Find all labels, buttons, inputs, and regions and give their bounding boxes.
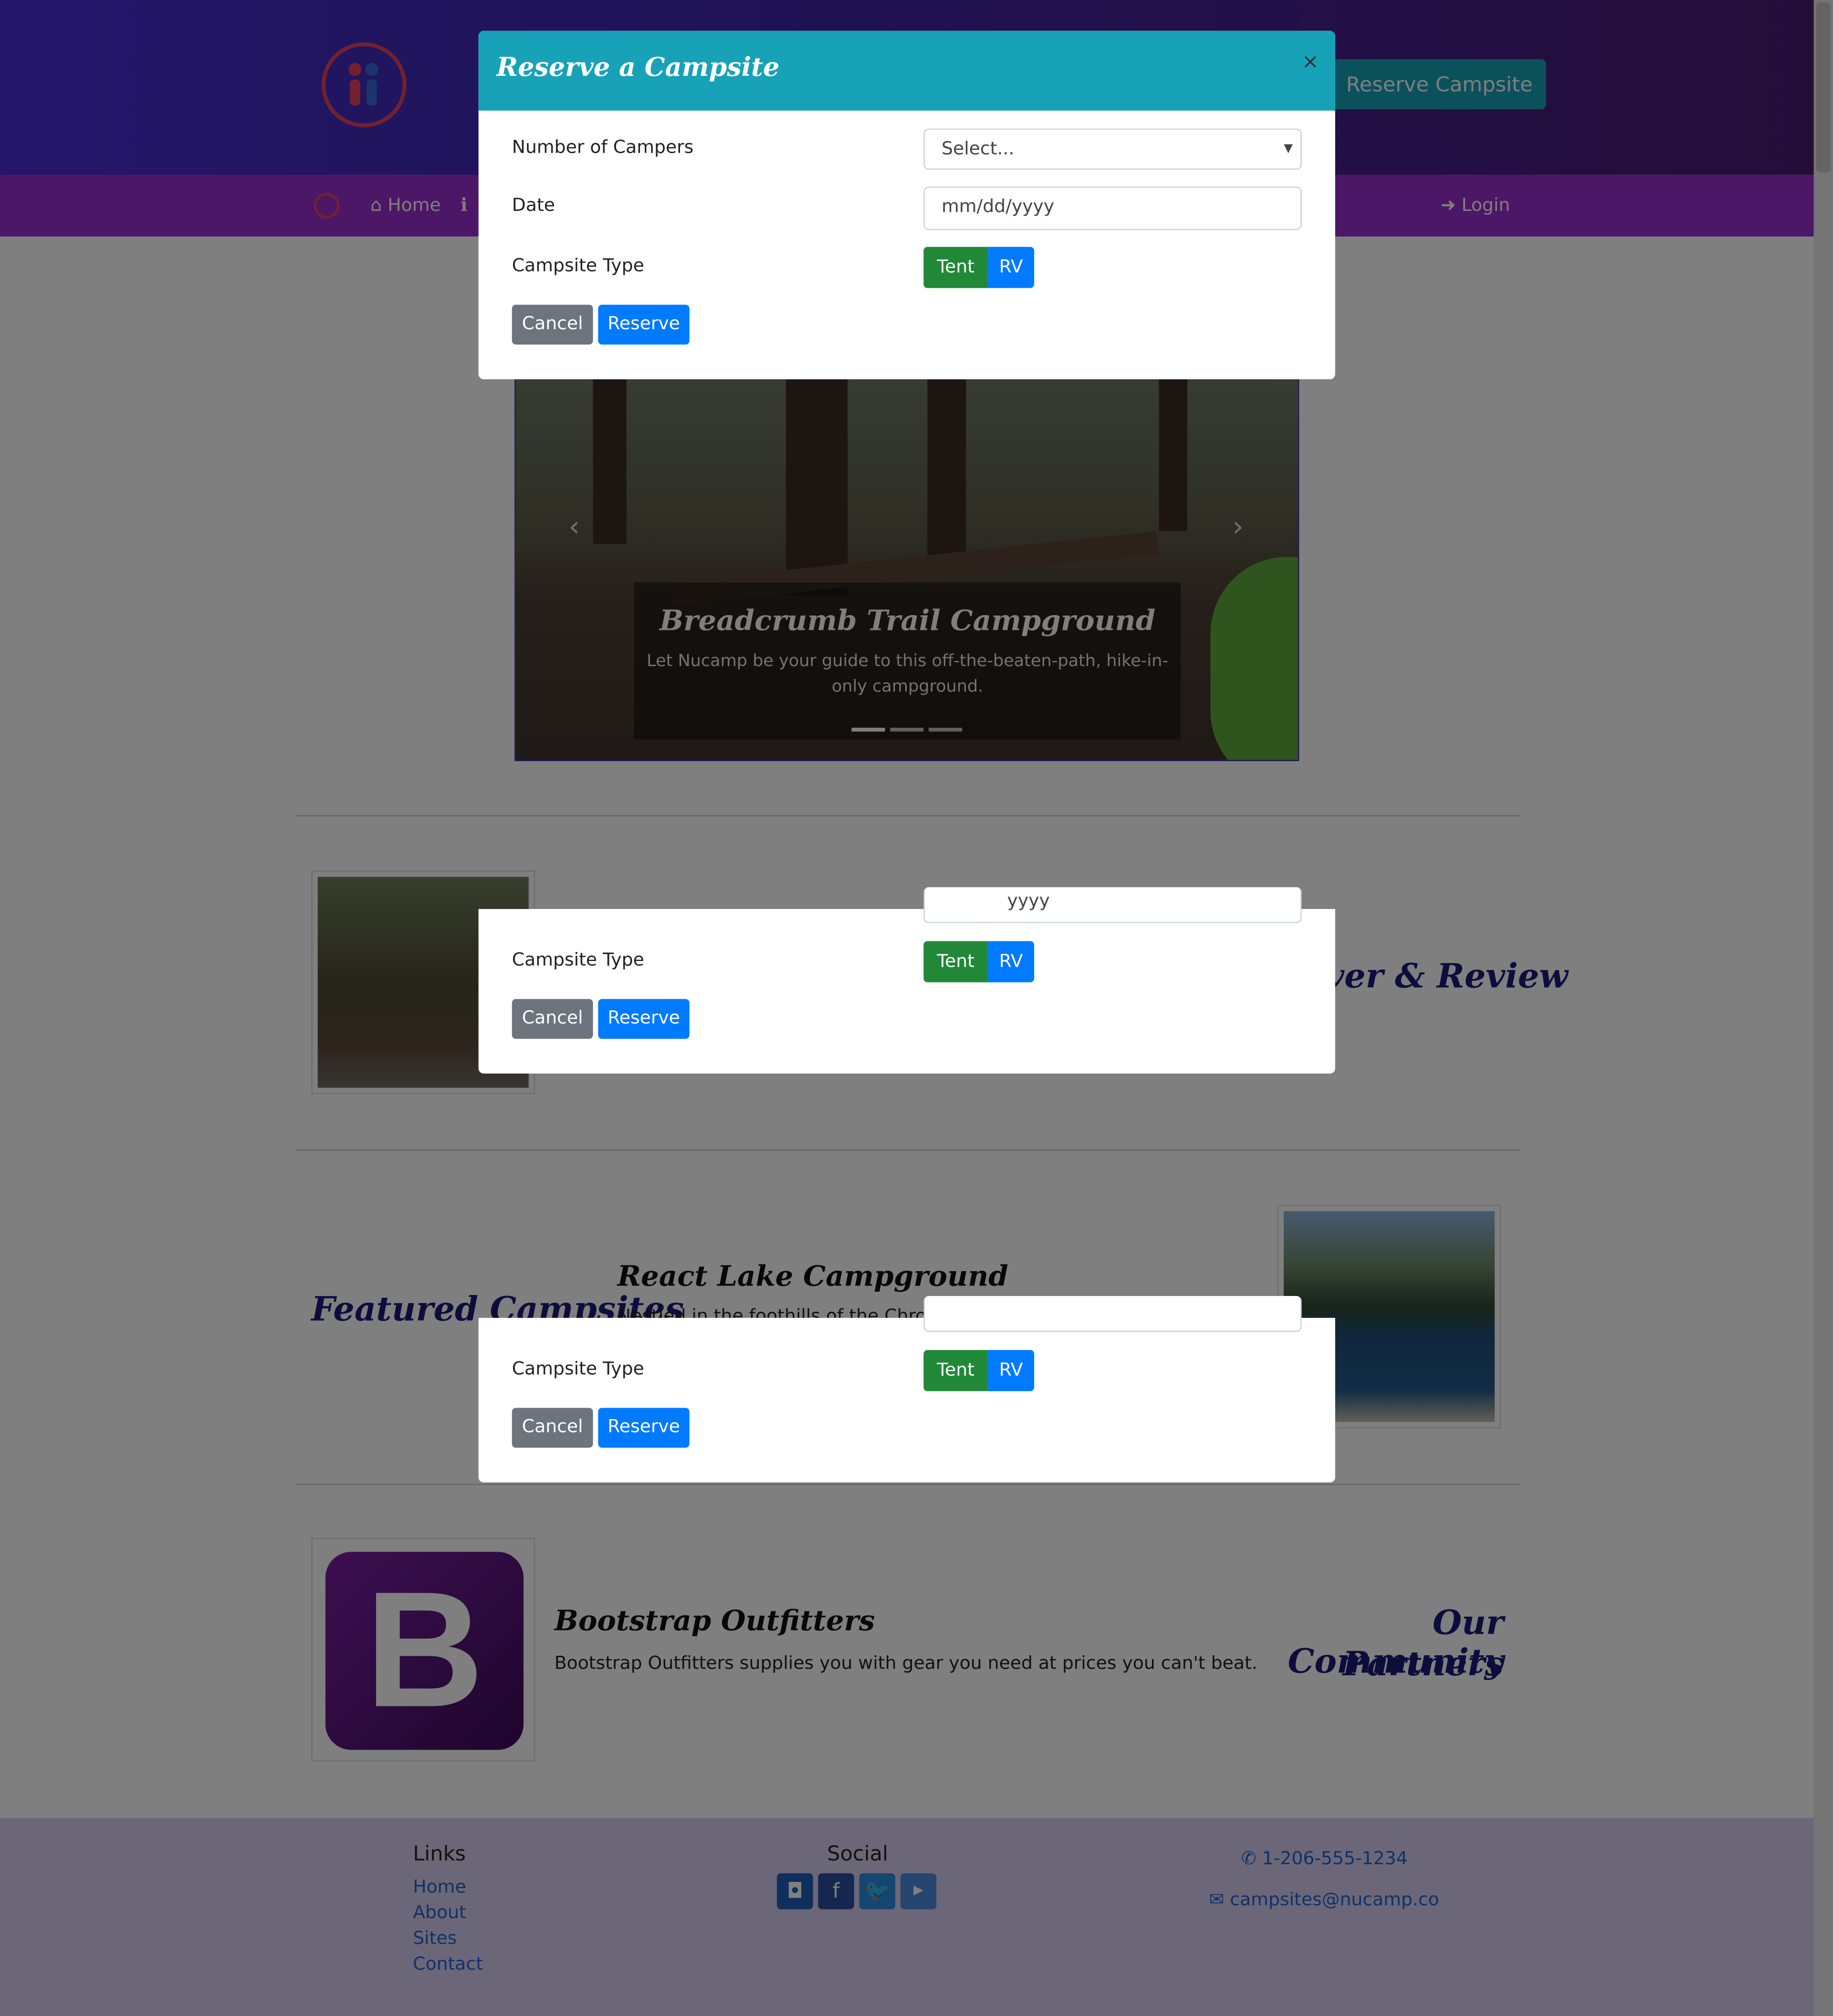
date-input-ghost[interactable] [923, 1296, 1302, 1332]
campers-label: Number of Campers [512, 137, 694, 158]
cancel-button[interactable]: Cancel [512, 1408, 593, 1448]
tent-button[interactable]: Tent [923, 247, 988, 288]
chevron-down-icon: ▼ [1284, 143, 1293, 156]
reserve-modal-ghost [478, 1317, 1335, 1483]
campers-select[interactable]: Select... ▼ [923, 128, 1302, 170]
campers-select-value: Select... [942, 139, 1015, 160]
date-input-ghost[interactable]: yyyy [923, 887, 1302, 923]
reserve-modal-ghost [478, 909, 1335, 1074]
cancel-button[interactable]: Cancel [512, 304, 593, 345]
close-icon[interactable]: × [1302, 49, 1319, 73]
campsite-type-label: Campsite Type [512, 950, 644, 971]
rv-button[interactable]: RV [988, 1350, 1035, 1391]
reserve-button[interactable]: Reserve [598, 1408, 690, 1448]
rv-button[interactable]: RV [988, 247, 1035, 288]
tent-button[interactable]: Tent [923, 1350, 988, 1391]
campsite-type-label: Campsite Type [512, 1359, 644, 1380]
date-input[interactable]: mm/dd/yyyy [923, 186, 1302, 230]
campsite-type-label: Campsite Type [512, 256, 644, 277]
tent-button[interactable]: Tent [923, 941, 988, 982]
modal-title: Reserve a Campsite [496, 51, 780, 83]
page-stage: Reserve Campsite ⌂ Home ℹ ➜ Login ‹ › Br… [0, 0, 1833, 2016]
date-label: Date [512, 195, 555, 216]
date-partial-text: yyyy [1007, 891, 1050, 912]
cancel-button[interactable]: Cancel [512, 999, 593, 1039]
reserve-button[interactable]: Reserve [598, 304, 690, 345]
reserve-button[interactable]: Reserve [598, 999, 690, 1039]
rv-button[interactable]: RV [988, 941, 1035, 982]
